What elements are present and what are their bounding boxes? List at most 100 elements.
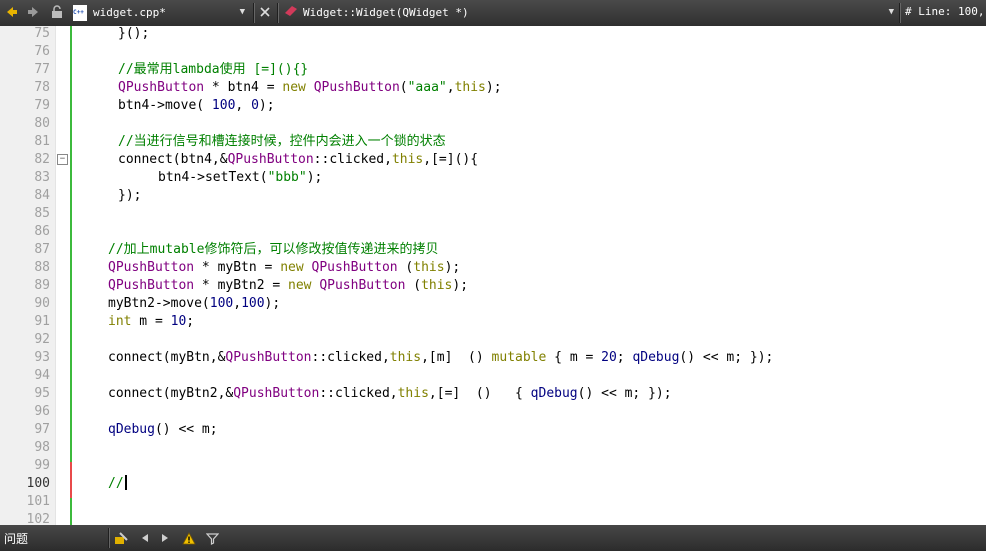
code-token: 100 [209,296,234,311]
code-token: //当进行信号和槽连接时候，控件内会进入一个锁的状态 [118,134,446,149]
code-text: qDebug() << m; [108,421,218,439]
warning-icon[interactable] [181,530,197,546]
code-editor[interactable]: 75}(); 76 77 //最常用lambda使用 [=](){} 78 QPushBu… [0,26,986,525]
code-line[interactable]: 81 //当进行信号和槽连接时候，控件内会进入一个锁的状态 [0,133,986,151]
code-text: connect(btn4,&QPushButton::clicked,this,… [118,151,478,169]
code-token: this [421,278,453,293]
code-token: ); [264,296,281,311]
code-token: , [233,296,242,311]
code-line[interactable]: 94 [0,367,986,385]
line-number: 77 [34,62,50,77]
line-number: 87 [34,242,50,257]
code-token: int [108,314,132,329]
line-number: 89 [34,278,50,293]
code-line[interactable]: 98 [0,439,986,457]
code-line[interactable]: 101 [0,493,986,511]
code-line[interactable]: 86 [0,223,986,241]
cpp-file-icon: C++ [73,4,87,21]
code-token: 100 [241,296,265,311]
issues-tab[interactable]: 问题 [4,530,28,547]
back-arrow-icon[interactable] [4,4,20,20]
code-token: this [413,260,445,275]
line-indicator[interactable]: # Line: 100, [905,5,984,18]
forward-arrow-icon[interactable] [25,4,41,20]
code-token: new [288,278,312,293]
code-line[interactable]: 82− connect(btn4,&QPushButton::clicked,th… [0,151,986,169]
code-line[interactable]: 78 QPushButton * btn4 = new QPushButton("… [0,79,986,97]
chevron-down-icon[interactable]: ▼ [889,7,894,17]
line-number: 85 [34,206,50,221]
line-number: 91 [34,314,50,329]
code-line[interactable]: 102 [0,511,986,525]
code-line[interactable]: 95 connect(myBtn2,&QPushButton::clicked,t… [0,385,986,403]
code-line[interactable]: 80 [0,115,986,133]
code-token: connect(myBtn,& [108,350,226,365]
code-token: ; [186,314,195,329]
lock-icon[interactable] [49,4,65,20]
code-token: ::clicked, [313,152,392,167]
code-token: 100 [211,98,236,113]
line-number: 84 [34,188,50,203]
code-token: m = [131,314,171,329]
code-token: () << m; }); [577,386,672,401]
code-line[interactable]: 99 [0,457,986,475]
code-text: //当进行信号和槽连接时候，控件内会进入一个锁的状态 [118,133,446,151]
code-token: ); [306,170,323,185]
function-name: Widget::Widget(QWidget *) [303,6,469,19]
filter-icon[interactable] [204,530,220,546]
code-text: btn4->move( 100, 0); [118,97,275,115]
chevron-down-icon[interactable]: ▼ [240,7,245,17]
close-icon[interactable] [257,4,273,20]
code-token: QPushButton [118,80,205,95]
code-token: * myBtn = [194,260,281,275]
code-line[interactable]: 85 [0,205,986,223]
code-line[interactable]: 93 connect(myBtn,&QPushButton::clicked,th… [0,349,986,367]
code-token: ( [405,278,422,293]
code-token: * btn4 = [204,80,283,95]
code-line[interactable]: 79 btn4->move( 100, 0); [0,97,986,115]
file-selector[interactable]: C++ widget.cpp* ▼ [73,2,249,23]
code-line[interactable]: 88 QPushButton * myBtn = new QPushButton … [0,259,986,277]
code-line[interactable]: 97 qDebug() << m; [0,421,986,439]
code-token: QPushButton [108,278,195,293]
line-number: 83 [34,170,50,185]
line-number: 79 [34,98,50,113]
code-line[interactable]: 87 //加上mutable修饰符后，可以修改按值传递进来的拷贝 [0,241,986,259]
code-line[interactable]: 100 // [0,475,986,493]
line-number: 78 [34,80,50,95]
code-token: new [282,80,306,95]
code-line[interactable]: 83 btn4->setText("bbb"); [0,169,986,187]
code-token: btn4->setText( [158,170,268,185]
code-text: //加上mutable修饰符后，可以修改按值传递进来的拷贝 [108,241,438,259]
code-token: myBtn2->move( [108,296,210,311]
code-line[interactable]: 76 [0,43,986,61]
code-text: QPushButton * myBtn2 = new QPushButton (… [108,277,468,295]
line-number: 88 [34,260,50,275]
code-line[interactable]: 91 int m = 10; [0,313,986,331]
code-line[interactable]: 75}(); [0,26,986,43]
line-number: 82 [34,152,50,167]
line-number: 92 [34,332,50,347]
code-line[interactable]: 89 QPushButton * myBtn2 = new QPushButton… [0,277,986,295]
code-line[interactable]: 84}); [0,187,986,205]
file-name: widget.cpp* [93,6,166,19]
code-text: QPushButton * btn4 = new QPushButton("aa… [118,79,502,97]
line-number: 96 [34,404,50,419]
code-token: ); [485,80,502,95]
code-line[interactable]: 92 [0,331,986,349]
code-token: this [391,152,424,167]
code-token: 10 [170,314,187,329]
next-arrow-icon[interactable] [157,530,173,546]
build-icon[interactable] [113,530,129,546]
code-line[interactable]: 90 myBtn2->move(100,100); [0,295,986,313]
line-number: 76 [34,44,50,59]
previous-arrow-icon[interactable] [137,530,153,546]
fold-toggle-icon[interactable]: − [57,154,68,165]
line-number: 90 [34,296,50,311]
code-line[interactable]: 77 //最常用lambda使用 [=](){} [0,61,986,79]
code-token: ::clicked, [311,350,390,365]
function-selector[interactable]: Widget::Widget(QWidget *) ▼ [278,2,898,23]
text-caret [124,475,127,490]
code-token: * myBtn2 = [194,278,289,293]
code-line[interactable]: 96 [0,403,986,421]
